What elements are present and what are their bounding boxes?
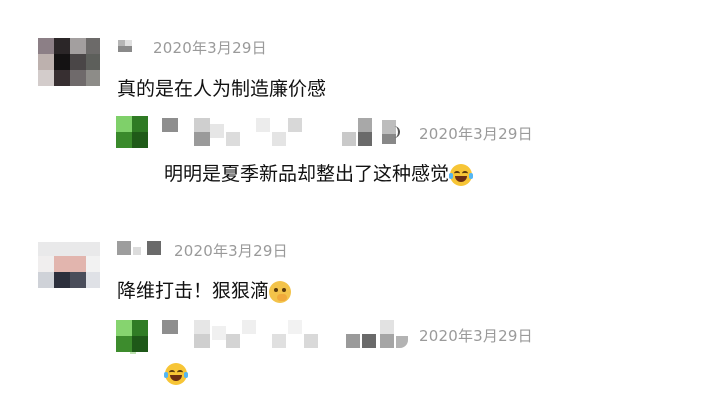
username-redacted[interactable] [117, 241, 163, 257]
avatar[interactable] [38, 242, 100, 288]
comment-text-line: 降维打击！狠狠滴 [117, 276, 292, 303]
comment-date: 2020年3月29日 [153, 39, 267, 57]
face-with-hand-over-mouth-icon [269, 280, 292, 303]
reply-avatar[interactable] [116, 320, 148, 354]
face-with-tears-of-joy-icon [164, 362, 188, 385]
reply-text: 明明是夏季新品却整出了这种感觉 [164, 163, 450, 185]
reply-username-redacted[interactable] [162, 318, 414, 352]
face-with-tears-of-joy-icon [449, 163, 474, 186]
username-redacted[interactable] [118, 40, 132, 52]
reply-date: 2020年3月29日 [419, 327, 533, 345]
avatar[interactable] [38, 38, 100, 86]
reply-text-line: 明明是夏季新品却整出了这种感觉 [164, 159, 474, 186]
reply-text-line [164, 362, 188, 385]
comment-date: 2020年3月29日 [174, 242, 288, 260]
comment-text: 真的是在人为制造廉价感 [117, 78, 327, 100]
reply-username-redacted[interactable] [162, 116, 400, 148]
reply-date: 2020年3月29日 [419, 125, 533, 143]
comment-text: 降维打击！狠狠滴 [117, 280, 270, 302]
reply-avatar[interactable] [116, 116, 148, 148]
